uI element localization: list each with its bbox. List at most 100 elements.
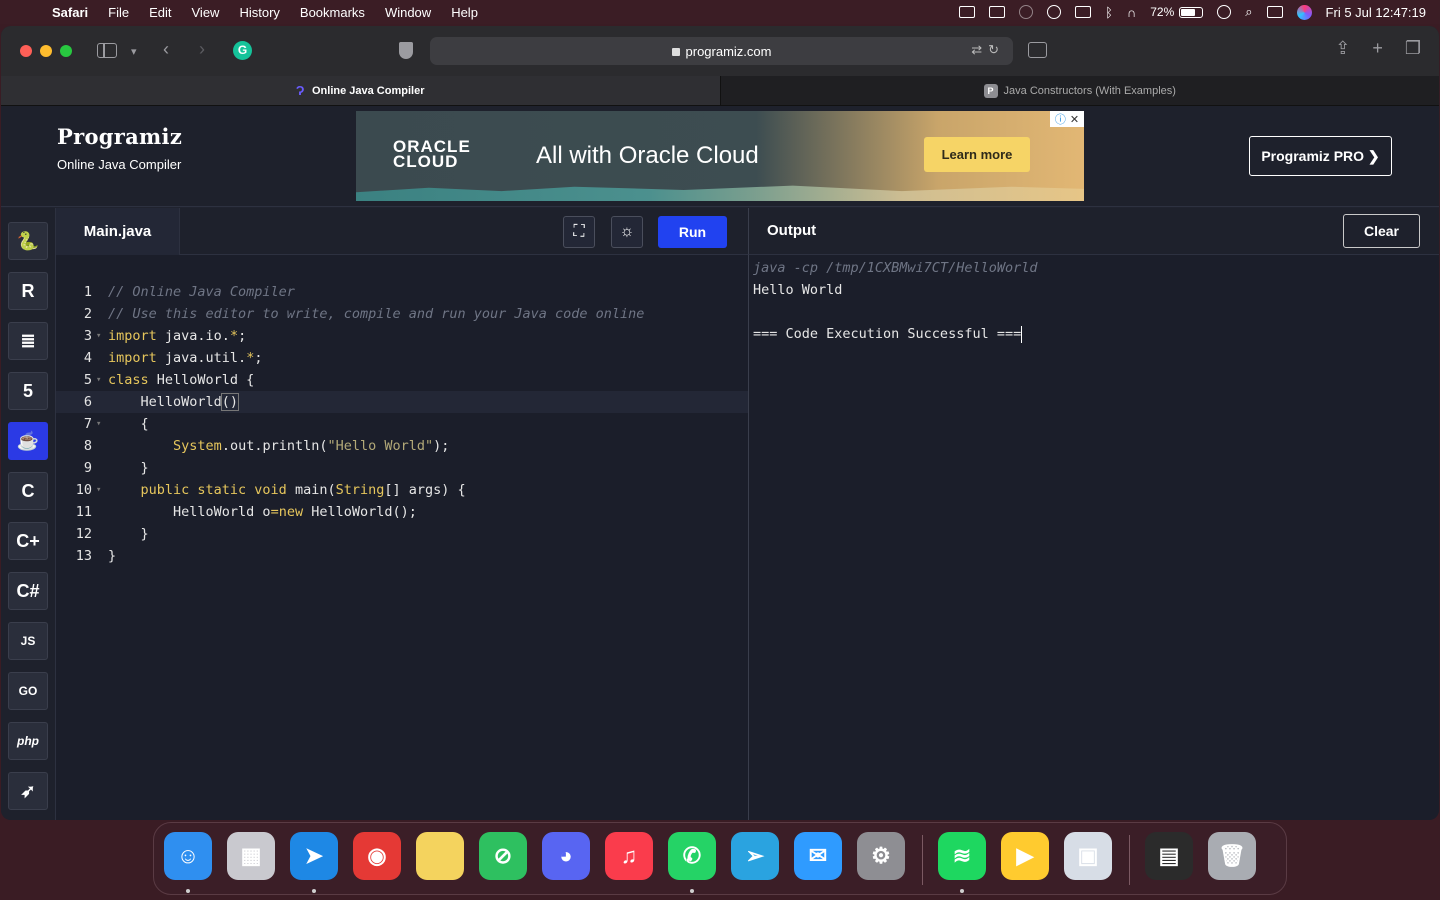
screen-mirroring-icon[interactable]: [989, 6, 1006, 18]
menu-view[interactable]: View: [182, 5, 230, 20]
menu-bookmarks[interactable]: Bookmarks: [290, 5, 375, 20]
clear-button[interactable]: Clear: [1343, 214, 1420, 248]
spotify-icon[interactable]: ≋: [938, 832, 986, 880]
finder-icon[interactable]: ☺: [164, 832, 212, 880]
mail-icon[interactable]: ✉: [794, 832, 842, 880]
adchoices-icon[interactable]: ⓘ ✕: [1050, 111, 1084, 127]
discord-icon[interactable]: ◕: [542, 832, 590, 880]
zoom-window-button[interactable]: [60, 45, 72, 57]
ad-learn-more-button[interactable]: Learn more: [924, 137, 1030, 172]
control-center-icon[interactable]: [1266, 6, 1283, 18]
csharp-icon[interactable]: C#: [8, 572, 48, 610]
tab-online-java-compiler[interactable]: Ɂ Online Java Compiler: [1, 76, 721, 105]
cpp-icon[interactable]: C+: [8, 522, 48, 560]
programiz-logo[interactable]: Programiz: [57, 124, 182, 149]
menu-file[interactable]: File: [98, 5, 139, 20]
spotlight-search-icon[interactable]: ⌕: [1245, 4, 1252, 20]
sql-icon[interactable]: ≣: [8, 322, 48, 360]
code-line[interactable]: 10 ▾ public static void main(String[] arg…: [56, 479, 748, 501]
stage-manager-icon[interactable]: [959, 6, 976, 18]
privacy-shield-icon[interactable]: [399, 42, 413, 59]
chevron-down-icon[interactable]: ▾: [131, 45, 137, 58]
code-line[interactable]: 9 }: [56, 457, 748, 479]
grammarly-extension-icon[interactable]: G: [233, 41, 252, 60]
run-button[interactable]: Run: [658, 216, 727, 248]
code-line[interactable]: 1 // Online Java Compiler: [56, 281, 748, 303]
blocker-icon[interactable]: ⊘: [479, 832, 527, 880]
fold-toggle-icon[interactable]: ▾: [94, 485, 108, 495]
music-icon[interactable]: ♫: [605, 832, 653, 880]
safari-icon[interactable]: ➤: [290, 832, 338, 880]
programiz-pro-button[interactable]: Programiz PRO ❯: [1249, 136, 1392, 176]
new-tab-icon[interactable]: +: [1372, 38, 1383, 59]
chrome-icon[interactable]: ◉: [353, 832, 401, 880]
back-icon[interactable]: ‹: [163, 39, 169, 60]
code-line[interactable]: 5 ▾ class HelloWorld {: [56, 369, 748, 391]
share-icon[interactable]: ⇪: [1335, 38, 1350, 59]
code-line[interactable]: 2 // Use this editor to write, compile an…: [56, 303, 748, 325]
launchpad-icon[interactable]: ▦: [227, 832, 275, 880]
r-icon[interactable]: R: [8, 272, 48, 310]
code-line[interactable]: 3 ▾ import java.io.*;: [56, 325, 748, 347]
fold-toggle-icon[interactable]: ▾: [94, 419, 108, 429]
link-icon[interactable]: [1217, 5, 1232, 19]
menu-history[interactable]: History: [229, 5, 289, 20]
user-icon[interactable]: [1047, 5, 1062, 19]
programiz-favicon-icon: Ɂ: [296, 82, 305, 98]
swift-icon[interactable]: ➶: [8, 772, 48, 810]
close-window-button[interactable]: [20, 45, 32, 57]
go-icon[interactable]: GO: [8, 672, 48, 710]
dock: ☺ ▦ ➤ ◉ ⊘ ◕ ♫ ✆ ➢ ✉ ⚙ ≋ ▶ ▣ ▤ 🗑: [153, 822, 1287, 895]
whatsapp-icon[interactable]: ✆: [668, 832, 716, 880]
code-line[interactable]: 11 HelloWorld o=new HelloWorld();: [56, 501, 748, 523]
forward-icon[interactable]: ›: [199, 39, 205, 60]
code-line[interactable]: 6 HelloWorld(): [56, 391, 748, 413]
code-editor[interactable]: 1 // Online Java Compiler 2 // Use this edi…: [56, 255, 748, 820]
menu-clock[interactable]: Fri 5 Jul 12:47:19: [1326, 5, 1426, 20]
trash-icon[interactable]: 🗑: [1208, 832, 1256, 880]
translate-reload-icons[interactable]: ⇄↻: [971, 42, 1005, 58]
video-player-icon[interactable]: ▶: [1001, 832, 1049, 880]
code-line[interactable]: 8 System.out.println("Hello World");: [56, 435, 748, 457]
tab-overview-icon[interactable]: ❐: [1405, 38, 1421, 59]
minimize-window-button[interactable]: [40, 45, 52, 57]
system-settings-icon[interactable]: ⚙: [857, 832, 905, 880]
python-icon[interactable]: 🐍: [8, 222, 48, 260]
c-icon[interactable]: C: [8, 472, 48, 510]
terminal-whatsapp-icon[interactable]: ▤: [1145, 832, 1193, 880]
code-line[interactable]: 4 import java.util.*;: [56, 347, 748, 369]
notes-icon[interactable]: [416, 832, 464, 880]
print-icon[interactable]: [1028, 42, 1047, 58]
code-line[interactable]: 12 }: [56, 523, 748, 545]
menu-help[interactable]: Help: [441, 5, 488, 20]
php-icon[interactable]: php: [8, 722, 48, 760]
menu-window[interactable]: Window: [375, 5, 441, 20]
keyboard-input-icon[interactable]: [1075, 6, 1092, 18]
telegram-icon[interactable]: ➢: [731, 832, 779, 880]
output-console[interactable]: java -cp /tmp/1CXBMwi7CT/HelloWorld Hello…: [748, 255, 1439, 820]
preview-icon[interactable]: ▣: [1064, 832, 1112, 880]
menu-app-name[interactable]: Safari: [52, 5, 98, 20]
theme-toggle-icon[interactable]: ☼: [611, 216, 643, 248]
fold-toggle-icon[interactable]: ▾: [94, 375, 108, 385]
sidebar-toggle-icon[interactable]: [97, 43, 117, 58]
battery-indicator[interactable]: 72%: [1150, 5, 1204, 19]
tab-java-constructors[interactable]: P Java Constructors (With Examples): [720, 76, 1439, 105]
fullscreen-icon[interactable]: ⛶: [563, 216, 595, 248]
brand[interactable]: Programiz Online Java Compiler: [57, 124, 182, 172]
javascript-icon[interactable]: JS: [8, 622, 48, 660]
address-bar[interactable]: programiz.com ⇄↻: [430, 37, 1013, 65]
fold-toggle-icon[interactable]: ▾: [94, 331, 108, 341]
advertisement-banner[interactable]: ORACLE CLOUD All with Oracle Cloud Learn…: [356, 111, 1084, 201]
java-icon[interactable]: ☕: [8, 422, 48, 460]
code-line[interactable]: 7 ▾ {: [56, 413, 748, 435]
html5-icon[interactable]: 5: [8, 372, 48, 410]
code-line[interactable]: 13}: [56, 545, 748, 567]
headphones-icon[interactable]: ∩: [1127, 5, 1136, 20]
airplay-audio-icon[interactable]: [1019, 5, 1034, 19]
bluetooth-icon[interactable]: ᛒ: [1105, 5, 1113, 20]
menu-edit[interactable]: Edit: [139, 5, 181, 20]
file-tab-main-java[interactable]: Main.java: [56, 208, 180, 255]
siri-icon[interactable]: [1296, 4, 1312, 20]
code-text: }: [108, 460, 149, 476]
